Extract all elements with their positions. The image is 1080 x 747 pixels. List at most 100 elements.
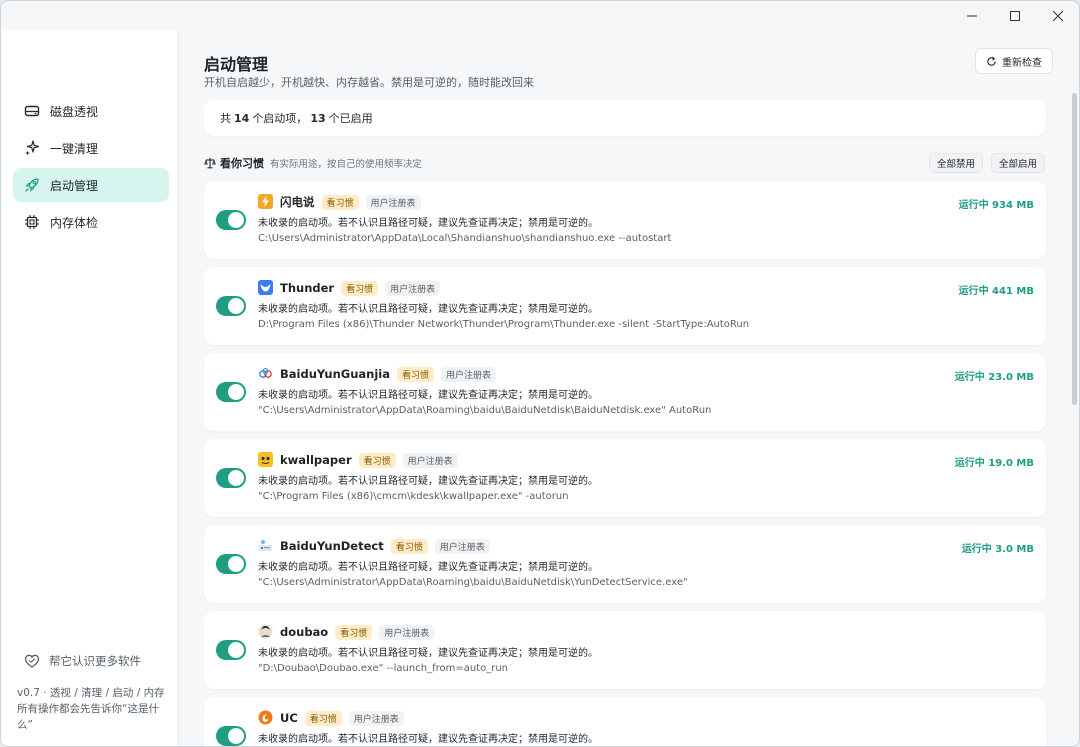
startup-item-card: kwallpaper 看习惯 用户注册表 未收录的启动项。若不认识且路径可疑，建… [204, 439, 1046, 517]
sparkle-icon [23, 139, 41, 157]
bird-icon [258, 280, 273, 295]
main-content: 启动管理 开机自启越少，开机越快、内存越省。禁用是可逆的，随时能改回来 重新检查… [180, 31, 1079, 746]
item-command-path: D:\Program Files (x86)\Thunder Network\T… [258, 319, 750, 330]
startup-item-card: BaiduYunGuanjia 看习惯 用户注册表 未收录的启动项。若不认识且路… [204, 353, 1046, 431]
source-badge: 用户注册表 [379, 624, 435, 640]
toggle-knob [228, 728, 244, 744]
scrollbar[interactable] [1072, 93, 1077, 405]
item-command-path: C:\Users\Administrator\AppData\Local\Sha… [258, 233, 672, 244]
habit-badge: 看习惯 [341, 280, 379, 296]
app-header: doubao 看习惯 用户注册表 [280, 623, 435, 641]
startup-toggle[interactable] [216, 554, 246, 574]
sidebar-item-cleanup[interactable]: 一键清理 [13, 131, 169, 165]
sidebar-item-startup[interactable]: 启动管理 [13, 168, 169, 202]
toggle-knob [228, 556, 244, 572]
app-name: kwallpaper [280, 453, 352, 467]
sidebar-item-label: 磁盘透视 [50, 104, 99, 119]
app-name: 闪电说 [280, 195, 315, 209]
run-status: 运行中 3.0 MB [961, 544, 1034, 555]
habit-badge: 看习惯 [390, 538, 428, 554]
section-title: 看你习惯 [220, 157, 264, 170]
version-note: 所有操作都会先告诉你“这是什么” [17, 703, 159, 731]
refresh-button[interactable]: 重新检查 [975, 48, 1053, 74]
section-header: 看你习惯 有实际用途，按自己的使用频率决定 全部禁用 全部启用 [204, 153, 1046, 173]
item-description: 未收录的启动项。若不认识且路径可疑，建议先查证再决定；禁用是可逆的。 [258, 304, 598, 315]
startup-item-card: BaiduYunDetect 看习惯 用户注册表 未收录的启动项。若不认识且路径… [204, 525, 1046, 603]
app-name: BaiduYunDetect [280, 539, 384, 553]
item-description: 未收录的启动项。若不认识且路径可疑，建议先查证再决定；禁用是可逆的。 [258, 562, 598, 573]
summary-prefix: 共 [220, 112, 231, 125]
app-name: BaiduYunGuanjia [280, 367, 390, 381]
refresh-label: 重新检查 [1002, 57, 1042, 69]
scale-icon [204, 157, 216, 169]
version-info: v0.7 · 透视 / 清理 / 启动 / 内存 所有操作都会先告诉你“这是什么… [17, 685, 167, 733]
item-description: 未收录的启动项。若不认识且路径可疑，建议先查证再决定；禁用是可逆的。 [258, 648, 598, 659]
startup-item-card: doubao 看习惯 用户注册表 未收录的启动项。若不认识且路径可疑，建议先查证… [204, 611, 1046, 689]
startup-toggle[interactable] [216, 726, 246, 746]
item-description: 未收录的启动项。若不认识且路径可疑，建议先查证再决定；禁用是可逆的。 [258, 218, 598, 229]
chip-icon [23, 213, 41, 231]
habit-badge: 看习惯 [358, 452, 396, 468]
item-command-path: "C:\Users\Administrator\AppData\Roaming\… [258, 405, 712, 416]
enable-all-button[interactable]: 全部启用 [991, 153, 1046, 173]
page-subtitle: 开机自启越少，开机越快、内存越省。禁用是可逆的，随时能改回来 [204, 76, 534, 89]
disable-all-button[interactable]: 全部禁用 [929, 153, 984, 173]
page-title: 启动管理 [204, 55, 269, 74]
app-header: BaiduYunGuanjia 看习惯 用户注册表 [280, 365, 496, 383]
item-command-path: "C:\Program Files (x86)\cmcm\kdesk\kwall… [258, 491, 569, 502]
minimize-button[interactable] [951, 1, 993, 31]
title-bar [1, 1, 1079, 31]
close-button[interactable] [1037, 1, 1079, 31]
source-badge: 用户注册表 [385, 280, 441, 296]
help-label: 帮它认识更多软件 [49, 654, 141, 668]
sidebar-item-label: 启动管理 [50, 178, 99, 193]
startup-toggle[interactable] [216, 640, 246, 660]
startup-toggle[interactable] [216, 382, 246, 402]
startup-toggle[interactable] [216, 296, 246, 316]
startup-toggle[interactable] [216, 468, 246, 488]
version-line: v0.7 · 透视 / 清理 / 启动 / 内存 [17, 687, 165, 699]
source-badge: 用户注册表 [365, 194, 421, 210]
app-window: 磁盘透视 一键清理 启动管理 内存体检 帮它认识更多软件 v0.7 · 透视 /… [0, 0, 1080, 747]
startup-item-card: Thunder 看习惯 用户注册表 未收录的启动项。若不认识且路径可疑，建议先查… [204, 267, 1046, 345]
habit-badge: 看习惯 [321, 194, 359, 210]
close-icon [1053, 11, 1063, 21]
toggle-knob [228, 298, 244, 314]
app-header: UC 看习惯 用户注册表 [280, 709, 404, 727]
sidebar-item-disk[interactable]: 磁盘透视 [13, 94, 169, 128]
lightning-icon [258, 194, 273, 209]
item-description: 未收录的启动项。若不认识且路径可疑，建议先查证再决定；禁用是可逆的。 [258, 476, 598, 487]
help-link[interactable]: 帮它认识更多软件 [23, 652, 141, 670]
sidebar: 磁盘透视 一键清理 启动管理 内存体检 帮它认识更多软件 v0.7 · 透视 /… [1, 31, 179, 746]
app-header: kwallpaper 看习惯 用户注册表 [280, 451, 458, 469]
heart-icon [23, 652, 41, 670]
cloud-icon [258, 366, 273, 381]
summary-bar: 共 14 个启动项， 13 个已启用 [204, 100, 1046, 136]
startup-item-card: UC 看习惯 用户注册表 未收录的启动项。若不认识且路径可疑，建议先查证再决定；… [204, 697, 1046, 746]
toggle-knob [228, 470, 244, 486]
section-desc: 有实际用途，按自己的使用频率决定 [270, 159, 423, 170]
maximize-icon [1010, 11, 1020, 21]
run-status: 运行中 441 MB [958, 286, 1034, 297]
rocket-icon [23, 176, 41, 194]
app-header: Thunder 看习惯 用户注册表 [280, 279, 441, 297]
source-badge: 用户注册表 [348, 710, 404, 726]
run-status: 运行中 23.0 MB [954, 372, 1034, 383]
maximize-button[interactable] [994, 1, 1036, 31]
toggle-knob [228, 384, 244, 400]
habit-badge: 看习惯 [304, 710, 342, 726]
item-description: 未收录的启动项。若不认识且路径可疑，建议先查证再决定；禁用是可逆的。 [258, 390, 598, 401]
sidebar-item-memory[interactable]: 内存体检 [13, 205, 169, 239]
detect-icon [258, 538, 273, 553]
source-badge: 用户注册表 [434, 538, 490, 554]
sidebar-item-label: 一键清理 [50, 141, 99, 156]
habit-badge: 看习惯 [335, 624, 373, 640]
summary-middle: 个启动项， [252, 112, 308, 125]
habit-badge: 看习惯 [396, 366, 434, 382]
summary-suffix: 个已启用 [328, 112, 373, 125]
source-badge: 用户注册表 [402, 452, 458, 468]
item-command-path: "C:\Users\Administrator\AppData\Roaming\… [258, 577, 688, 588]
uc-icon [258, 710, 273, 725]
startup-toggle[interactable] [216, 210, 246, 230]
run-status: 运行中 19.0 MB [954, 458, 1034, 469]
